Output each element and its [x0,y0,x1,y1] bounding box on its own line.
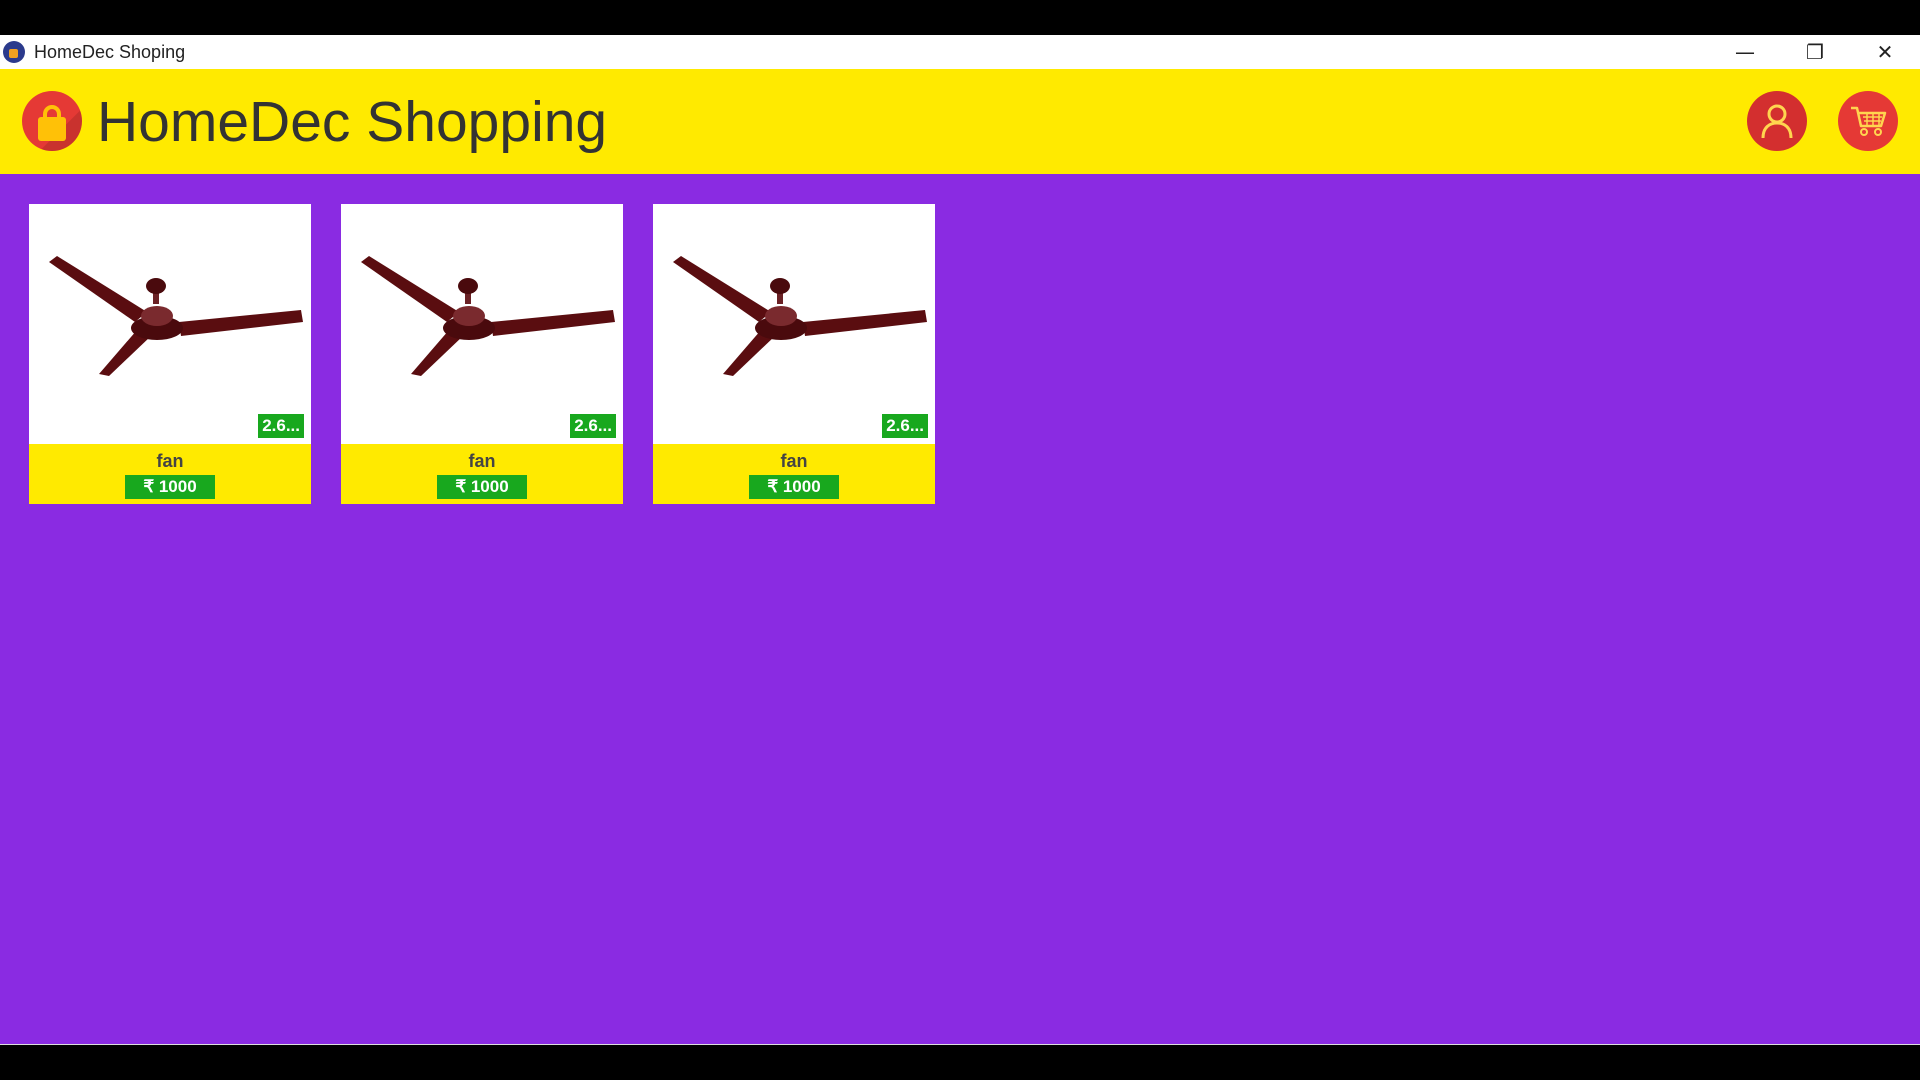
rating-badge: 2.6... [882,414,928,438]
ceiling-fan-image [49,256,303,376]
title-bar: HomeDec Shoping — ❐ ✕ [0,35,1920,69]
user-button[interactable] [1747,91,1807,151]
product-name: fan [780,451,808,471]
window-controls: — ❐ ✕ [1710,35,1920,69]
product-image: 2.6... [653,204,935,444]
price-tag: ₹ 1000 [125,475,215,499]
cart-button[interactable] [1838,91,1898,151]
product-image: 2.6... [29,204,311,444]
close-button[interactable]: ✕ [1850,35,1920,69]
app-title: HomeDec Shopping [97,90,608,154]
screen: HomeDec Shoping — ❐ ✕ HomeDec Shopping 2… [0,0,1920,1080]
app-window: HomeDec Shoping — ❐ ✕ HomeDec Shopping 2… [0,35,1920,1044]
price-tag: ₹ 1000 [749,475,839,499]
restore-button[interactable]: ❐ [1780,35,1850,69]
product-image: 2.6... [341,204,623,444]
product-info: fan ₹ 1000 [341,444,623,504]
price-tag: ₹ 1000 [437,475,527,499]
top-black-bar [0,0,1920,35]
app-header: HomeDec Shopping [0,69,1920,174]
user-icon [1761,104,1793,139]
ceiling-fan-image [673,256,927,376]
minimize-button[interactable]: — [1710,35,1780,69]
rating-badge: 2.6... [258,414,304,438]
product-card[interactable]: 2.6... fan ₹ 1000 [653,204,935,504]
rating-badge: 2.6... [570,414,616,438]
shopping-bag-icon [22,91,82,151]
cart-icon [1851,106,1887,136]
product-card[interactable]: 2.6... fan ₹ 1000 [29,204,311,504]
bottom-black-bar [0,1044,1920,1080]
ceiling-fan-image [361,256,615,376]
product-name: fan [156,451,184,471]
window-title: HomeDec Shoping [34,41,186,62]
app-window-icon [3,41,25,63]
product-name: fan [468,451,496,471]
product-info: fan ₹ 1000 [653,444,935,504]
product-info: fan ₹ 1000 [29,444,311,504]
product-card[interactable]: 2.6... fan ₹ 1000 [341,204,623,504]
